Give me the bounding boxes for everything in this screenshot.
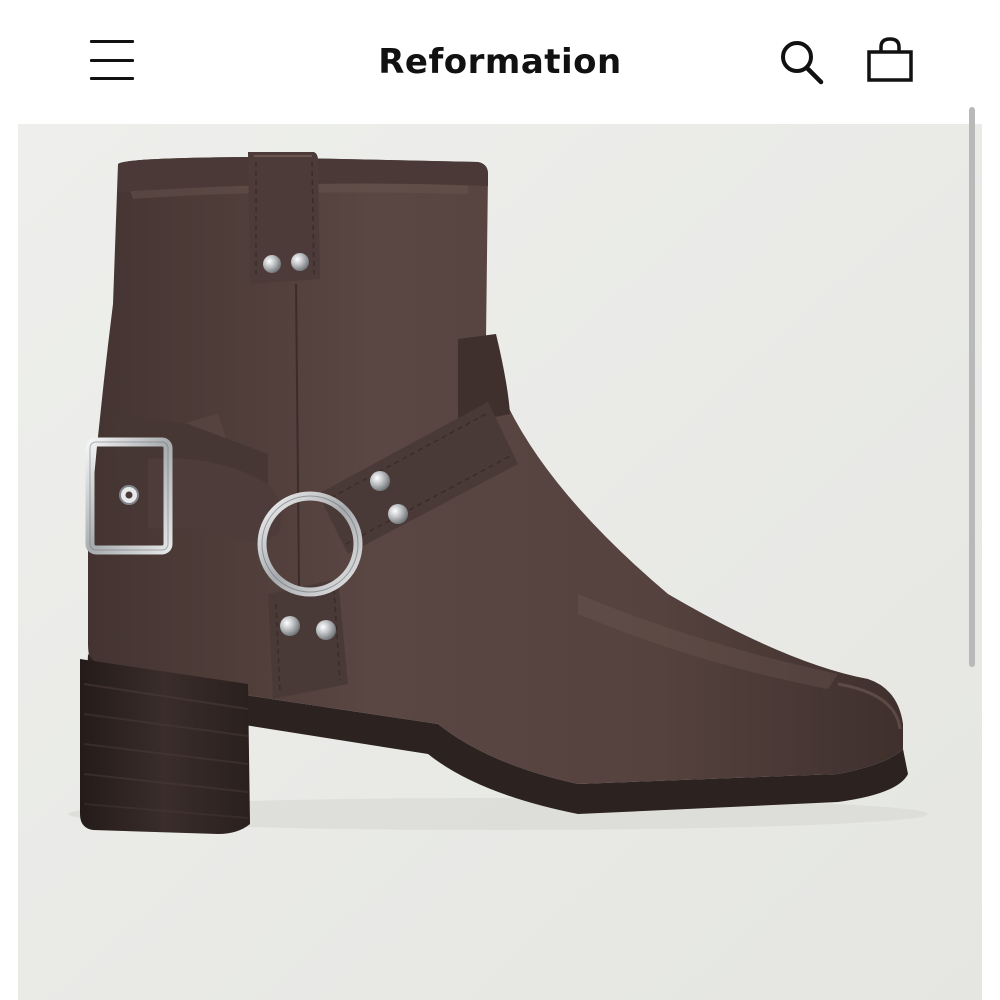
top-nav-bar: Reformation <box>18 0 982 124</box>
shopping-bag-icon <box>867 37 913 82</box>
hamburger-menu-icon <box>90 40 134 43</box>
scrollbar-thumb[interactable] <box>969 107 975 667</box>
hamburger-menu-icon <box>90 77 134 80</box>
app-viewport: Reformation <box>18 0 982 1000</box>
menu-button[interactable] <box>88 40 136 82</box>
boot-photo <box>18 124 982 1000</box>
search-icon <box>781 41 824 85</box>
product-image[interactable] <box>18 124 982 1000</box>
brand-logo[interactable]: Reformation <box>18 40 982 84</box>
hamburger-menu-icon <box>90 59 134 62</box>
shopping-bag-button[interactable] <box>866 36 914 86</box>
search-button[interactable] <box>778 38 828 88</box>
screen: Reformation <box>0 0 1000 1000</box>
